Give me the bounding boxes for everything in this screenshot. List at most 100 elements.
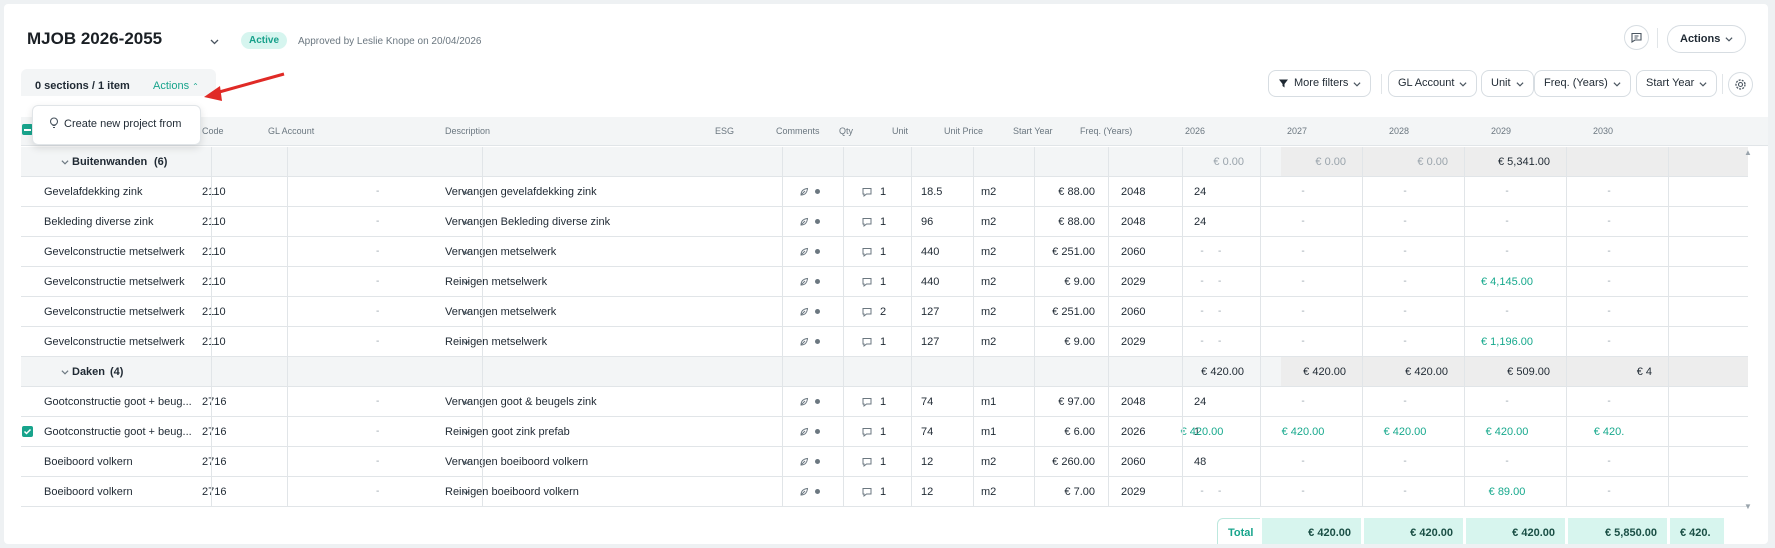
group-count: (4) bbox=[110, 366, 124, 378]
year-value: - bbox=[1607, 456, 1611, 467]
settings-button[interactable] bbox=[1728, 72, 1753, 97]
gl-account-select[interactable]: - bbox=[376, 186, 379, 197]
leaf-icon[interactable] bbox=[799, 187, 809, 197]
chevron-down-icon[interactable] bbox=[61, 158, 69, 166]
item-unit: m2 bbox=[981, 216, 997, 228]
year-value: - bbox=[1200, 456, 1204, 467]
item-description: Vervangen metselwerk bbox=[445, 246, 557, 258]
leaf-icon[interactable] bbox=[799, 307, 809, 317]
comment-button[interactable] bbox=[1624, 25, 1649, 50]
gl-account-select[interactable]: - bbox=[376, 246, 379, 257]
item-code: 2110 bbox=[202, 306, 226, 318]
leaf-icon[interactable] bbox=[799, 217, 809, 227]
item-description: Vervangen boeiboord volkern bbox=[445, 456, 589, 468]
chevron-down-icon bbox=[1459, 81, 1467, 87]
scroll-down-icon[interactable]: ▼ bbox=[1744, 502, 1752, 511]
grid-line bbox=[482, 147, 483, 507]
leaf-icon[interactable] bbox=[799, 247, 809, 257]
gl-account-select[interactable]: - bbox=[376, 276, 379, 287]
year-value: - bbox=[1301, 276, 1305, 287]
item-description: Reinigen boeiboord volkern bbox=[445, 486, 579, 498]
year-value: - bbox=[1200, 246, 1204, 257]
column-header[interactable]: Freq. (Years) bbox=[1080, 126, 1132, 136]
item-unit-price: € 251.00 bbox=[1052, 306, 1095, 318]
chevron-down-icon[interactable] bbox=[210, 37, 219, 46]
gl-account-select[interactable]: - bbox=[376, 216, 379, 227]
freq-filter[interactable]: Freq. (Years) bbox=[1534, 70, 1631, 97]
comment-icon[interactable] bbox=[861, 456, 873, 468]
year-value: - bbox=[1301, 336, 1305, 347]
year-value: - bbox=[1403, 216, 1407, 227]
more-filters-button[interactable]: More filters bbox=[1268, 70, 1372, 97]
gl-account-select[interactable]: - bbox=[376, 426, 379, 437]
comment-icon[interactable] bbox=[861, 306, 873, 318]
total-value: € 420.00 bbox=[1362, 518, 1463, 544]
leaf-icon[interactable] bbox=[799, 337, 809, 347]
year-value: - bbox=[1200, 486, 1204, 497]
year-value: € 420.00 bbox=[1485, 426, 1529, 438]
year-value: - bbox=[1301, 456, 1305, 467]
leaf-icon[interactable] bbox=[799, 487, 809, 497]
gl-account-select[interactable]: - bbox=[376, 456, 379, 467]
comment-icon[interactable] bbox=[861, 396, 873, 408]
comment-icon[interactable] bbox=[861, 426, 873, 438]
column-header[interactable]: Unit Price bbox=[944, 126, 983, 136]
chevron-down-icon[interactable] bbox=[61, 368, 69, 376]
item-unit-price: € 9.00 bbox=[1064, 336, 1095, 348]
esg-dot bbox=[815, 399, 820, 404]
column-header[interactable]: 2030 bbox=[1593, 126, 1613, 136]
comment-icon[interactable] bbox=[861, 336, 873, 348]
gl-account-select[interactable]: - bbox=[376, 306, 379, 317]
column-header[interactable]: GL Account bbox=[268, 126, 314, 136]
leaf-icon[interactable] bbox=[799, 457, 809, 467]
grid-line bbox=[287, 147, 288, 507]
item-unit: m2 bbox=[981, 456, 997, 468]
comment-icon[interactable] bbox=[861, 246, 873, 258]
column-header[interactable]: 2029 bbox=[1491, 126, 1511, 136]
leaf-icon[interactable] bbox=[799, 277, 809, 287]
item-qty: 18.5 bbox=[921, 186, 943, 198]
column-header[interactable]: Code bbox=[202, 126, 224, 136]
scroll-up-icon[interactable]: ▲ bbox=[1744, 148, 1752, 157]
item-qty: 127 bbox=[921, 336, 940, 348]
column-header[interactable]: Description bbox=[445, 126, 490, 136]
group-year-total: € 0.00 bbox=[1417, 156, 1448, 168]
gl-account-select[interactable]: - bbox=[376, 396, 379, 407]
year-value: - bbox=[1403, 456, 1407, 467]
year-value: - bbox=[1200, 336, 1204, 347]
item-name: Boeiboord volkern bbox=[44, 486, 133, 498]
column-header[interactable]: 2027 bbox=[1287, 126, 1307, 136]
group-year-total: € 0.00 bbox=[1213, 156, 1244, 168]
item-description: Vervangen metselwerk bbox=[445, 306, 557, 318]
item-name: Gevelconstructie metselwerk bbox=[44, 336, 185, 348]
item-unit-price: € 88.00 bbox=[1058, 216, 1095, 228]
row-checkbox[interactable] bbox=[22, 426, 33, 437]
column-header[interactable]: Unit bbox=[892, 126, 908, 136]
gl-account-filter[interactable]: GL Account bbox=[1388, 70, 1478, 97]
group-year-total: € 420.00 bbox=[1303, 366, 1346, 378]
column-header[interactable]: Start Year bbox=[1013, 126, 1053, 136]
unit-filter[interactable]: Unit bbox=[1481, 70, 1534, 97]
column-header[interactable]: ESG bbox=[715, 126, 734, 136]
column-header[interactable]: 2028 bbox=[1389, 126, 1409, 136]
comment-icon[interactable] bbox=[861, 216, 873, 228]
column-header[interactable]: 2026 bbox=[1185, 126, 1205, 136]
item-qty: 440 bbox=[921, 246, 940, 258]
sections-actions-button[interactable]: Actions ⌃ bbox=[153, 80, 199, 92]
leaf-icon[interactable] bbox=[799, 427, 809, 437]
gl-account-select[interactable]: - bbox=[376, 486, 379, 497]
comment-icon[interactable] bbox=[861, 186, 873, 198]
gl-account-select[interactable]: - bbox=[376, 336, 379, 347]
comment-icon[interactable] bbox=[861, 486, 873, 498]
total-label: Total bbox=[1228, 527, 1254, 539]
header-actions-button[interactable]: Actions bbox=[1667, 25, 1747, 53]
divider bbox=[1657, 28, 1658, 48]
grid-line bbox=[782, 147, 783, 507]
year-value: - bbox=[1301, 486, 1305, 497]
leaf-icon[interactable] bbox=[799, 397, 809, 407]
column-header[interactable]: Comments bbox=[776, 126, 820, 136]
column-header[interactable]: Qty bbox=[839, 126, 853, 136]
start-year-filter[interactable]: Start Year bbox=[1636, 70, 1718, 97]
create-project-menu-item[interactable]: Create new project from bbox=[64, 118, 181, 130]
comment-icon[interactable] bbox=[861, 276, 873, 288]
